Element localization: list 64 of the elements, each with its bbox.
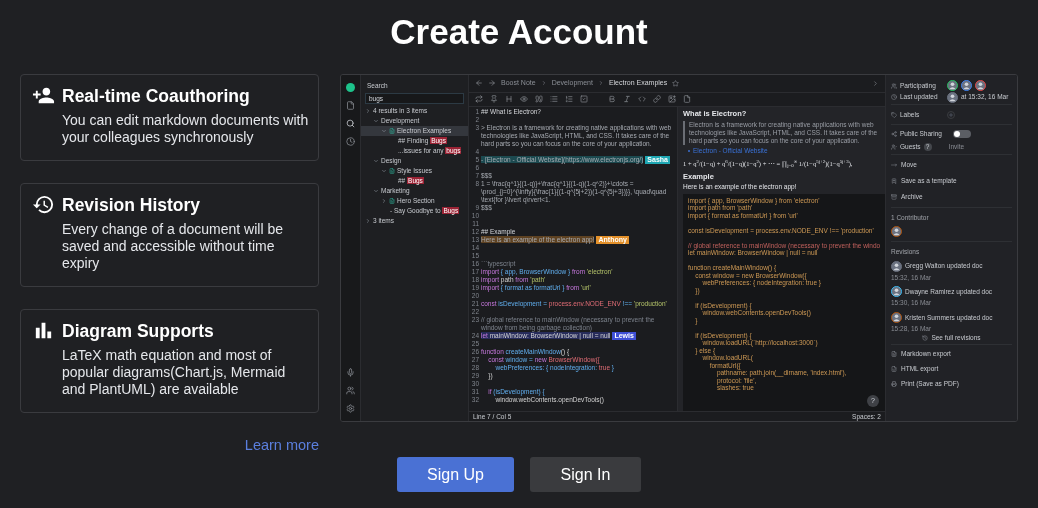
users-icon bbox=[891, 82, 897, 89]
feature-description: You can edit markdown documents with your colleagues synchronously bbox=[62, 112, 310, 146]
code-icon[interactable] bbox=[638, 95, 646, 104]
search-icon[interactable] bbox=[346, 119, 355, 128]
sign-up-button[interactable]: Sign Up bbox=[397, 457, 514, 492]
bold-icon[interactable] bbox=[608, 95, 616, 104]
share-icon bbox=[891, 131, 897, 137]
document-icon bbox=[389, 168, 395, 174]
eye-icon[interactable] bbox=[520, 95, 528, 104]
guest-icon bbox=[891, 143, 897, 150]
feature-description: Every change of a document will be saved and accessible without time expiry bbox=[62, 221, 284, 272]
history-icon bbox=[922, 335, 929, 342]
feature-title: Revision History bbox=[62, 194, 202, 216]
avatar-icon bbox=[947, 80, 958, 91]
clock-icon[interactable] bbox=[346, 137, 355, 146]
numbered-list-icon[interactable] bbox=[565, 95, 573, 104]
star-icon[interactable] bbox=[672, 79, 680, 87]
public-sharing-toggle[interactable] bbox=[953, 130, 971, 138]
file-icon[interactable] bbox=[683, 95, 691, 104]
feature-icon bbox=[32, 193, 55, 216]
add-label-button[interactable] bbox=[947, 110, 955, 119]
chevron-icon bbox=[365, 218, 371, 224]
sign-in-button[interactable]: Sign In bbox=[530, 457, 641, 492]
file-icon bbox=[891, 381, 897, 388]
checkbox-icon[interactable] bbox=[580, 95, 588, 104]
settings-icon[interactable] bbox=[346, 404, 355, 413]
pin-icon[interactable] bbox=[490, 95, 498, 104]
forward-icon[interactable] bbox=[488, 79, 496, 88]
microphone-icon[interactable] bbox=[346, 368, 355, 377]
document-icon bbox=[389, 198, 395, 204]
avatar-icon bbox=[891, 286, 902, 298]
italic-icon[interactable] bbox=[623, 95, 631, 104]
file-icon bbox=[891, 366, 897, 373]
document-icon bbox=[389, 128, 395, 134]
feature-description: LaTeX math equation and most of popular diagrams(Chart.js, Mermaid and PlantUML) are available bbox=[62, 347, 287, 398]
link-icon[interactable] bbox=[653, 95, 661, 104]
avatar-icon bbox=[947, 91, 958, 103]
separator-icon bbox=[540, 80, 547, 87]
page-title: Create Account bbox=[390, 11, 648, 53]
avatar-icon bbox=[891, 225, 902, 237]
action-icon bbox=[891, 194, 897, 200]
quote-icon[interactable] bbox=[535, 95, 543, 104]
feature-title: Diagram Supports bbox=[62, 320, 215, 342]
chevron-icon[interactable] bbox=[872, 79, 879, 87]
avatar-icon bbox=[975, 80, 986, 91]
file-icon bbox=[891, 351, 897, 358]
action-icon bbox=[891, 162, 897, 168]
avatar-icon bbox=[891, 312, 902, 323]
back-icon[interactable] bbox=[475, 79, 483, 88]
separator-icon bbox=[597, 80, 604, 87]
learn-more-link[interactable]: Learn more bbox=[244, 435, 319, 457]
list-icon[interactable] bbox=[550, 95, 558, 104]
status-dot-icon bbox=[346, 83, 355, 92]
heading-icon[interactable] bbox=[505, 95, 513, 104]
users-icon[interactable] bbox=[346, 386, 355, 395]
avatar-icon bbox=[891, 260, 902, 272]
tag-icon bbox=[891, 111, 897, 118]
swap-icon[interactable] bbox=[475, 95, 483, 104]
avatar-icon bbox=[961, 80, 972, 91]
action-icon bbox=[891, 178, 897, 184]
image-icon[interactable] bbox=[668, 95, 676, 104]
feature-title: Real-time Coauthoring bbox=[62, 85, 251, 107]
clock-icon bbox=[891, 94, 897, 100]
document-icon[interactable] bbox=[346, 101, 355, 110]
